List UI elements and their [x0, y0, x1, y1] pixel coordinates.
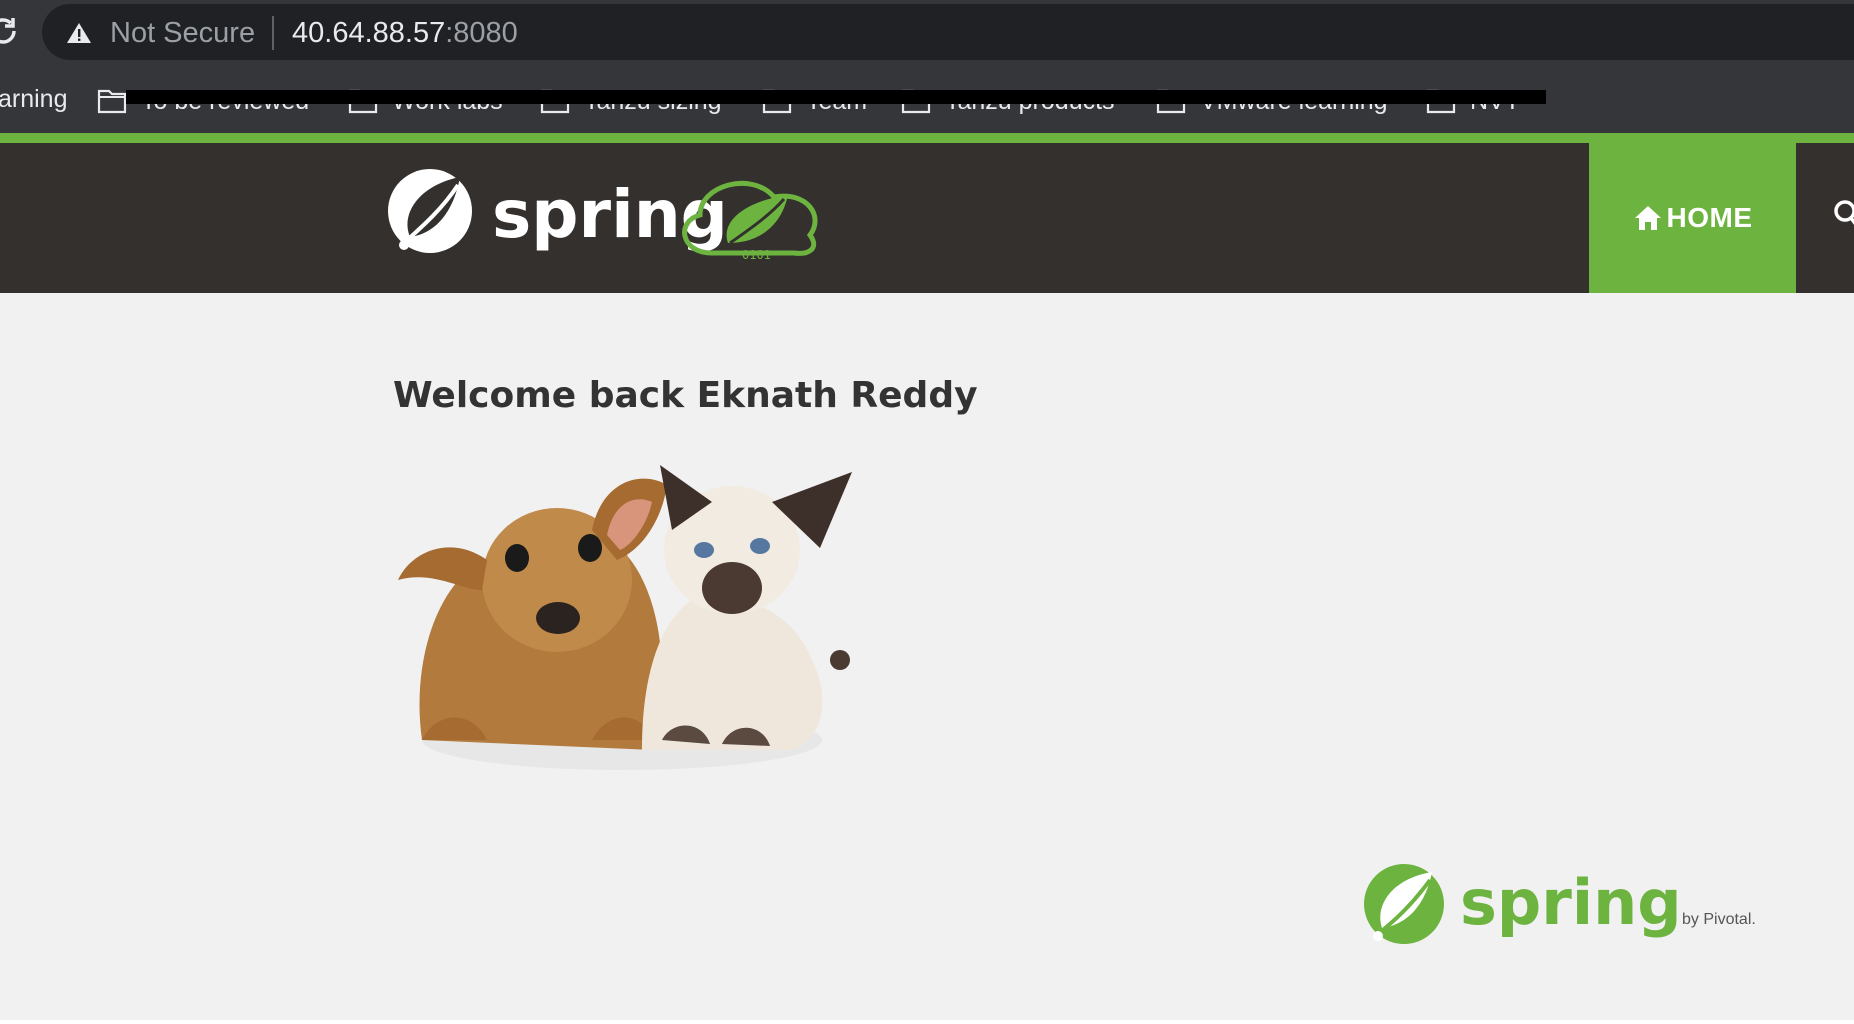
- footer-by-text: by Pivotal.: [1682, 911, 1756, 928]
- spring-petclinic-logo[interactable]: spring 0101: [380, 163, 840, 273]
- url-port: :8080: [445, 17, 518, 49]
- home-nav-button[interactable]: HOME: [1589, 143, 1796, 293]
- welcome-heading: Welcome back Eknath Reddy: [393, 375, 978, 416]
- folder-icon: [97, 89, 127, 114]
- url-separator: [272, 16, 274, 50]
- home-icon: [1634, 206, 1661, 230]
- svg-text:0101: 0101: [742, 248, 771, 262]
- warning-icon[interactable]: [66, 22, 92, 44]
- pets-image: [398, 465, 852, 770]
- search-icon[interactable]: [1832, 198, 1854, 228]
- brand-stripe: [0, 133, 1854, 143]
- page-bottom-edge: [0, 1020, 1854, 1024]
- home-label: HOME: [1666, 202, 1753, 233]
- app-navbar: spring 0101 HOME: [0, 143, 1854, 293]
- redaction-bar: [126, 90, 1546, 104]
- spring-by-pivotal-logo: spring by Pivotal.: [1364, 864, 1756, 944]
- bookmark-partial[interactable]: arning: [0, 84, 68, 114]
- logo-text: spring: [492, 176, 728, 253]
- reload-icon[interactable]: [0, 14, 20, 48]
- footer-logo-text: spring: [1460, 866, 1682, 939]
- security-label[interactable]: Not Secure: [110, 16, 255, 50]
- url-host: 40.64.88.57: [292, 17, 446, 49]
- url-text[interactable]: 40.64.88.57:8080: [292, 16, 518, 50]
- address-bar[interactable]: Not Secure 40.64.88.57:8080: [42, 4, 1854, 60]
